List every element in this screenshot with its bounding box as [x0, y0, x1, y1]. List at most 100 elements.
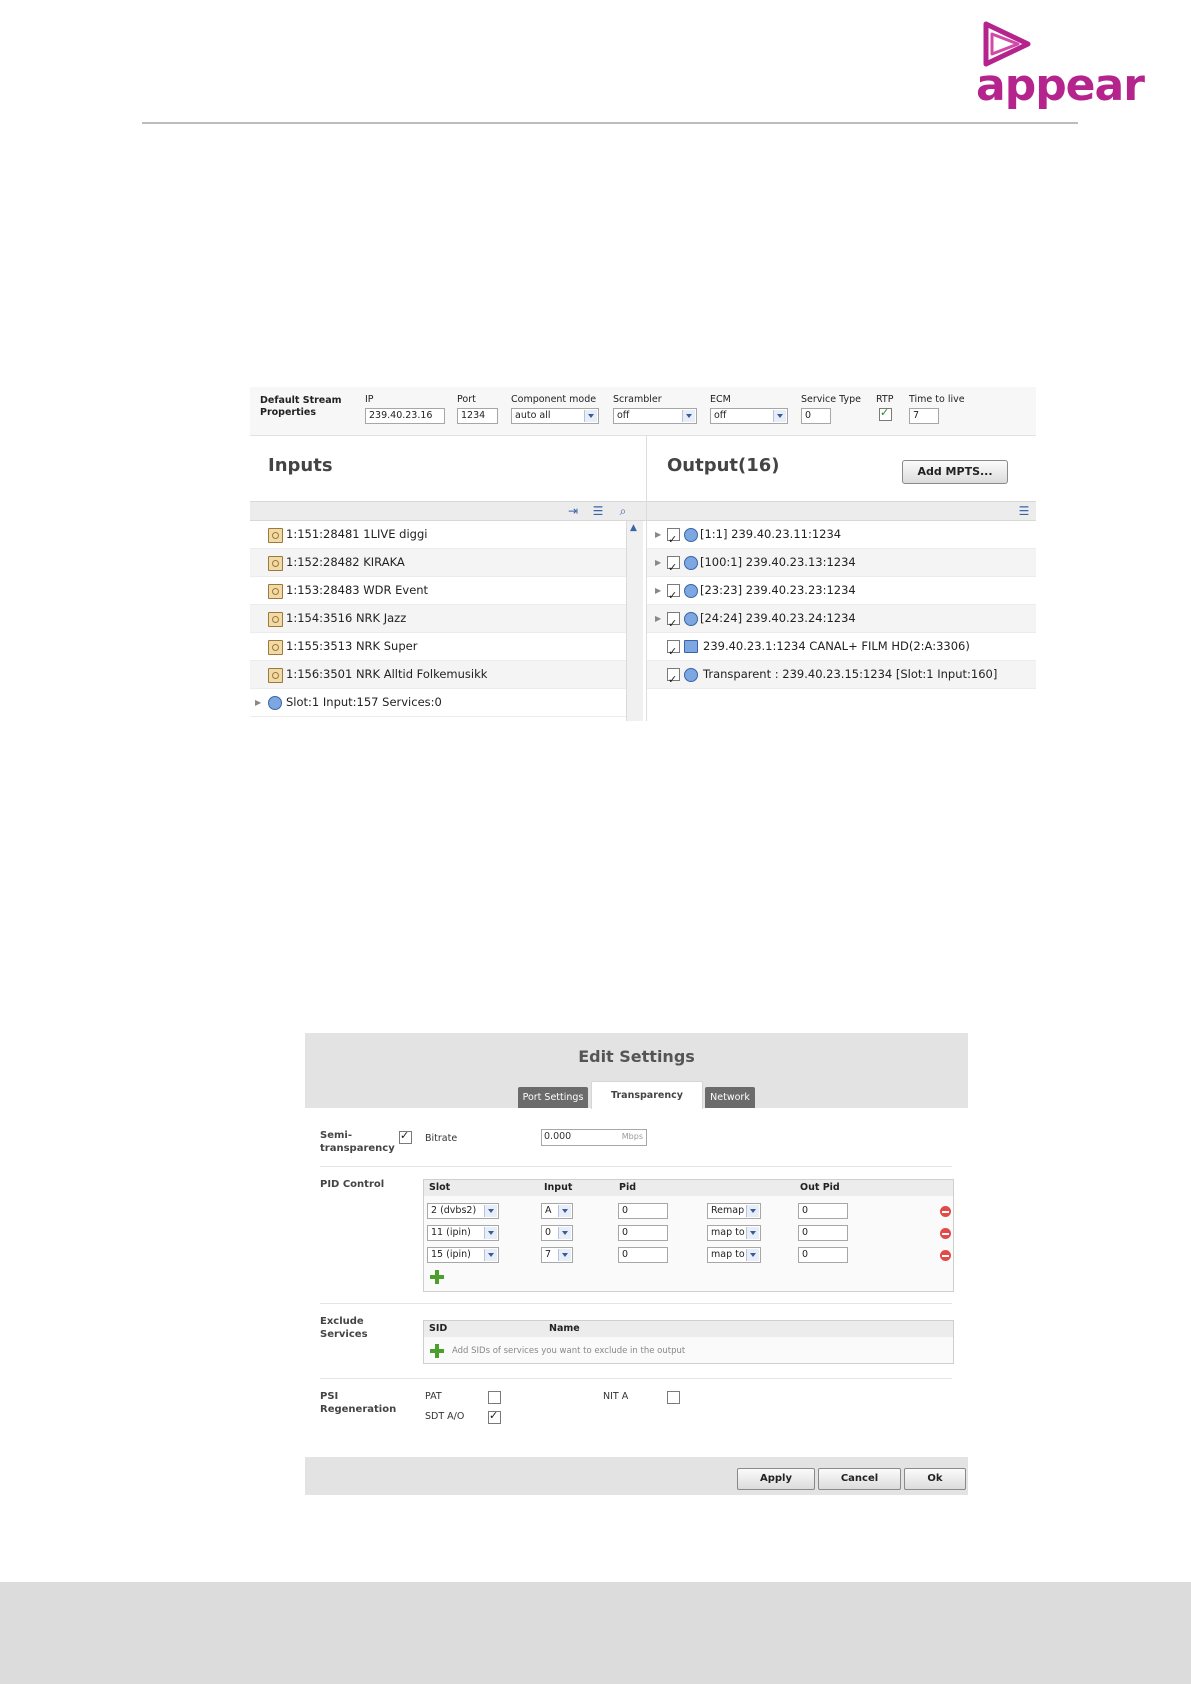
- out-pid-input[interactable]: 0: [798, 1247, 848, 1263]
- output-checkbox[interactable]: [667, 666, 680, 693]
- mode-select[interactable]: map to: [707, 1247, 761, 1263]
- sdt-checkbox[interactable]: [488, 1409, 501, 1424]
- slot-select[interactable]: 15 (ipin): [427, 1247, 499, 1263]
- slot-value: 2 (dvbs2): [431, 1205, 477, 1216]
- scroll-up-icon[interactable]: ▲: [630, 523, 637, 533]
- expand-arrow-icon[interactable]: ▶: [655, 577, 661, 604]
- slot-select[interactable]: 2 (dvbs2): [427, 1203, 499, 1219]
- dialog-title: Edit Settings: [578, 1047, 695, 1066]
- logo-wordmark: appear: [976, 60, 1145, 111]
- output-row[interactable]: ▶ [100:1] 239.40.23.13:1234: [647, 549, 1036, 581]
- inputs-scrollbar[interactable]: ▲: [626, 521, 643, 721]
- remove-row-icon[interactable]: [940, 1250, 951, 1261]
- port-input[interactable]: 1234: [457, 408, 498, 424]
- input-select[interactable]: 7: [541, 1247, 573, 1263]
- chevron-down-icon: [746, 1205, 759, 1217]
- pid-row: 15 (ipin) 7 0 map to 0: [424, 1244, 953, 1266]
- slot-select[interactable]: 11 (ipin): [427, 1225, 499, 1241]
- expand-arrow-icon[interactable]: ▶: [655, 605, 661, 632]
- ok-button[interactable]: Ok: [904, 1468, 966, 1490]
- expand-arrow-icon[interactable]: ▶: [655, 549, 661, 576]
- list-view-icon[interactable]: ☰: [591, 504, 605, 518]
- expand-arrow-icon[interactable]: ▶: [655, 521, 661, 548]
- nit-checkbox[interactable]: [667, 1391, 680, 1404]
- input-row[interactable]: 1:153:28483 WDR Event: [250, 577, 626, 605]
- output-checkbox[interactable]: [667, 638, 680, 665]
- mode-select[interactable]: map to: [707, 1225, 761, 1241]
- input-label: 1:156:3501 NRK Alltid Folkemusikk: [286, 667, 488, 681]
- nit-label: NIT A: [603, 1391, 629, 1402]
- col-input: Input: [544, 1182, 573, 1193]
- chevron-down-icon: [558, 1249, 571, 1261]
- rtp-checkbox[interactable]: [879, 406, 892, 421]
- output-checkbox[interactable]: [667, 610, 680, 637]
- exclude-services-label: Exclude Services: [320, 1316, 368, 1340]
- ttl-group: Time to live 7: [909, 394, 965, 427]
- out-pid-input[interactable]: 0: [798, 1225, 848, 1241]
- input-value: 7: [545, 1249, 552, 1260]
- tab-network[interactable]: Network: [705, 1087, 755, 1108]
- pid-input[interactable]: 0: [618, 1203, 668, 1219]
- ttl-input[interactable]: 7: [909, 408, 939, 424]
- bitrate-input[interactable]: 0.000 Mbps: [541, 1129, 647, 1146]
- output-row[interactable]: 239.40.23.1:1234 CANAL+ FILM HD(2:A:3306…: [647, 633, 1036, 665]
- move-to-output-icon[interactable]: ⇥: [566, 504, 580, 518]
- output-label: [23:23] 239.40.23.23:1234: [700, 583, 856, 597]
- service-type-label: Service Type: [801, 394, 861, 405]
- pat-checkbox[interactable]: [488, 1391, 501, 1404]
- semi-transparency-checkbox[interactable]: [399, 1129, 412, 1144]
- remove-row-icon[interactable]: [940, 1206, 951, 1217]
- input-label: Slot:1 Input:157 Services:0: [286, 695, 442, 709]
- pid-input[interactable]: 0: [618, 1225, 668, 1241]
- ip-input[interactable]: 239.40.23.16: [365, 408, 445, 424]
- tab-transparency[interactable]: Transparency: [591, 1081, 703, 1109]
- inputs-toolbar: ⇥ ☰ ⌕: [250, 501, 646, 521]
- input-value: 0: [545, 1227, 552, 1238]
- component-mode-label: Component mode: [511, 394, 597, 405]
- chevron-down-icon: [746, 1249, 759, 1261]
- input-row[interactable]: 1:155:3513 NRK Super: [250, 633, 626, 661]
- inputs-list: 1:151:28481 1LIVE diggi 1:152:28482 KIRA…: [250, 521, 626, 717]
- cancel-button[interactable]: Cancel: [818, 1468, 901, 1490]
- output-checkbox[interactable]: [667, 582, 680, 609]
- col-sid: SID: [429, 1323, 448, 1334]
- expand-arrow-icon[interactable]: ▶: [255, 689, 261, 716]
- list-view-icon[interactable]: ☰: [1017, 504, 1031, 518]
- output-title: Output(16): [667, 455, 780, 476]
- search-icon[interactable]: ⌕: [616, 504, 630, 518]
- input-row[interactable]: 1:156:3501 NRK Alltid Folkemusikk: [250, 661, 626, 689]
- output-row[interactable]: ▶ [24:24] 239.40.23.24:1234: [647, 605, 1036, 637]
- apply-button[interactable]: Apply: [737, 1468, 815, 1490]
- input-row[interactable]: 1:152:28482 KIRAKA: [250, 549, 626, 577]
- service-type-input[interactable]: 0: [801, 408, 831, 424]
- input-label: 1:153:28483 WDR Event: [286, 583, 429, 597]
- output-checkbox[interactable]: [667, 526, 680, 553]
- add-sid-icon[interactable]: [430, 1344, 444, 1358]
- output-row[interactable]: Transparent : 239.40.23.15:1234 [Slot:1 …: [647, 661, 1036, 693]
- input-label: 1:151:28481 1LIVE diggi: [286, 527, 428, 541]
- outputs-list: ▶ [1:1] 239.40.23.11:1234 ▶ [100:1] 239.40…: [647, 521, 1036, 693]
- add-mpts-button[interactable]: Add MPTS...: [902, 460, 1008, 484]
- output-row[interactable]: ▶ [23:23] 239.40.23.23:1234: [647, 577, 1036, 609]
- output-checkbox[interactable]: [667, 554, 680, 581]
- pid-input[interactable]: 0: [618, 1247, 668, 1263]
- mode-select[interactable]: Remap: [707, 1203, 761, 1219]
- input-select[interactable]: 0: [541, 1225, 573, 1241]
- input-row[interactable]: 1:151:28481 1LIVE diggi: [250, 521, 626, 549]
- section-divider: [320, 1166, 952, 1167]
- scrambler-select[interactable]: off: [613, 408, 697, 424]
- input-select[interactable]: A: [541, 1203, 573, 1219]
- output-row[interactable]: ▶ [1:1] 239.40.23.11:1234: [647, 521, 1036, 553]
- dialog-footer: Apply Cancel Ok: [305, 1457, 968, 1495]
- exclude-services-table: SID Name Add SIDs of services you want t…: [423, 1320, 954, 1364]
- component-mode-select[interactable]: auto all: [511, 408, 599, 424]
- col-name: Name: [549, 1323, 580, 1334]
- add-pid-row-icon[interactable]: [430, 1270, 444, 1284]
- input-row[interactable]: ▶ Slot:1 Input:157 Services:0: [250, 689, 626, 717]
- remove-row-icon[interactable]: [940, 1228, 951, 1239]
- ip-label: IP: [365, 394, 374, 405]
- input-row[interactable]: 1:154:3516 NRK Jazz: [250, 605, 626, 633]
- ecm-select[interactable]: off: [710, 408, 788, 424]
- tab-port-settings[interactable]: Port Settings: [518, 1087, 588, 1108]
- out-pid-input[interactable]: 0: [798, 1203, 848, 1219]
